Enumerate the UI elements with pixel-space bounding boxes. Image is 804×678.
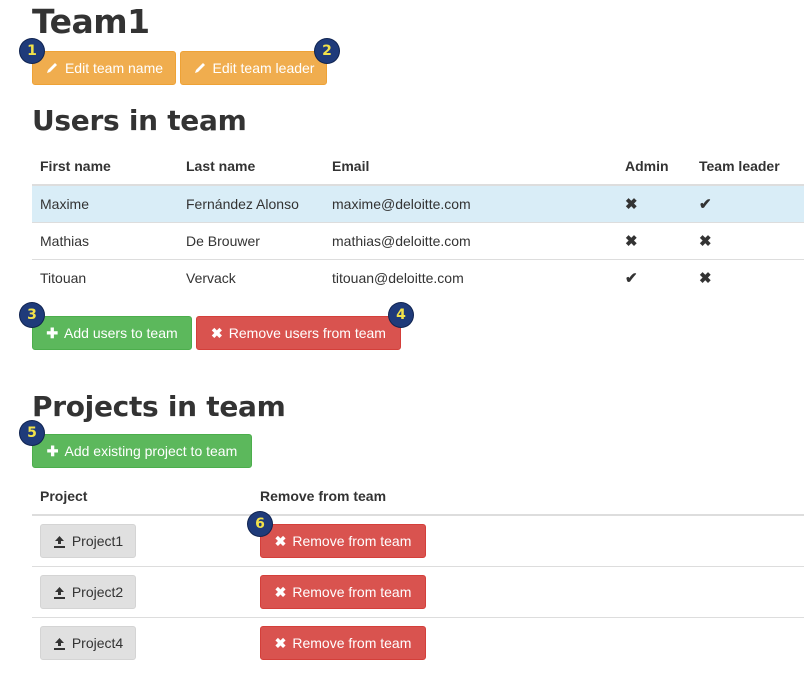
add-existing-project-label: Add existing project to team xyxy=(64,443,238,459)
callout-badge-3: 3 xyxy=(20,303,44,327)
edit-team-leader-button[interactable]: Edit team leader xyxy=(180,51,327,85)
pencil-icon xyxy=(45,61,59,75)
cell-email: mathias@deloitte.com xyxy=(324,222,617,260)
remove-project-label: Remove from team xyxy=(292,533,412,549)
column-header-team-leader: Team leader xyxy=(691,148,804,186)
remove-project-label: Remove from team xyxy=(292,584,412,600)
projects-heading: Projects in team xyxy=(32,390,286,423)
project-name: Project1 xyxy=(71,533,124,549)
remove-project-button[interactable]: ✖ Remove from team xyxy=(260,524,426,558)
cross-icon: ✖ xyxy=(625,196,638,213)
remove-project-button[interactable]: ✖ Remove from team xyxy=(260,575,426,609)
users-table-header: First name Last name Email Admin Team le… xyxy=(32,148,804,186)
callout-badge-5: 5 xyxy=(20,421,44,445)
table-row: Project4 ✖ Remove from team xyxy=(32,617,804,668)
remove-users-button[interactable]: ✖ Remove users from team xyxy=(196,316,401,350)
column-header-remove: Remove from team xyxy=(252,478,804,516)
project-name: Project4 xyxy=(71,635,124,651)
cross-icon: ✖ xyxy=(699,233,712,250)
callout-badge-4: 4 xyxy=(389,303,413,327)
project-name: Project2 xyxy=(71,584,124,600)
pencil-icon xyxy=(193,61,207,75)
table-row[interactable]: Titouan Vervack titouan@deloitte.com ✔ ✖ xyxy=(32,259,804,296)
project-button[interactable]: Project1 xyxy=(40,524,136,558)
cell-first-name: Maxime xyxy=(32,184,178,223)
projects-table-header: Project Remove from team xyxy=(32,478,804,516)
remove-icon: ✖ xyxy=(274,533,287,549)
table-row[interactable]: Mathias De Brouwer mathias@deloitte.com … xyxy=(32,222,804,260)
cell-first-name: Mathias xyxy=(32,222,178,260)
users-heading: Users in team xyxy=(32,104,247,137)
cell-email: titouan@deloitte.com xyxy=(324,259,617,296)
upload-icon xyxy=(53,637,66,650)
users-table: First name Last name Email Admin Team le… xyxy=(32,148,804,296)
remove-icon: ✖ xyxy=(274,584,287,600)
cell-email: maxime@deloitte.com xyxy=(324,184,617,223)
cell-first-name: Titouan xyxy=(32,259,178,296)
add-existing-project-button[interactable]: ✚ Add existing project to team xyxy=(32,434,252,468)
table-row: Project2 ✖ Remove from team xyxy=(32,566,804,618)
column-header-first-name: First name xyxy=(32,148,178,186)
column-header-email: Email xyxy=(324,148,617,186)
remove-project-button[interactable]: ✖ Remove from team xyxy=(260,626,426,660)
check-icon: ✔ xyxy=(699,196,712,213)
remove-icon: ✖ xyxy=(211,325,223,341)
projects-table: Project Remove from team Project1 ✖ Remo… xyxy=(32,478,804,668)
column-header-admin: Admin xyxy=(617,148,691,186)
add-users-button[interactable]: ✚ Add users to team xyxy=(32,316,192,350)
cross-icon: ✖ xyxy=(699,270,712,287)
add-users-label: Add users to team xyxy=(64,325,178,341)
project-button[interactable]: Project2 xyxy=(40,575,136,609)
edit-team-name-button[interactable]: Edit team name xyxy=(32,51,176,85)
remove-icon: ✖ xyxy=(274,635,287,651)
remove-project-label: Remove from team xyxy=(292,635,412,651)
table-row: Project1 ✖ Remove from team xyxy=(32,514,804,567)
cell-last-name: De Brouwer xyxy=(178,222,324,260)
cross-icon: ✖ xyxy=(625,233,638,250)
upload-icon xyxy=(53,535,66,548)
plus-icon: ✚ xyxy=(46,443,59,459)
remove-users-label: Remove users from team xyxy=(228,325,386,341)
plus-icon: ✚ xyxy=(46,325,59,341)
cell-last-name: Fernández Alonso xyxy=(178,184,324,223)
table-row[interactable]: Maxime Fernández Alonso maxime@deloitte.… xyxy=(32,184,804,223)
check-icon: ✔ xyxy=(625,270,638,287)
callout-badge-2: 2 xyxy=(315,39,339,63)
upload-icon xyxy=(53,586,66,599)
column-header-project: Project xyxy=(32,478,252,516)
callout-badge-6: 6 xyxy=(248,512,272,536)
edit-team-leader-label: Edit team leader xyxy=(212,60,315,76)
column-header-last-name: Last name xyxy=(178,148,324,186)
callout-badge-1: 1 xyxy=(20,39,44,63)
page-title: Team1 xyxy=(32,2,150,41)
edit-team-name-label: Edit team name xyxy=(64,60,164,76)
cell-last-name: Vervack xyxy=(178,259,324,296)
project-button[interactable]: Project4 xyxy=(40,626,136,660)
